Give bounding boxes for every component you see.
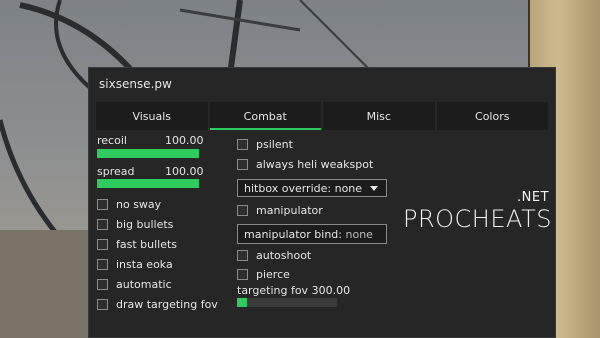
checkbox-label: automatic	[116, 278, 172, 291]
checkbox-autoshoot[interactable]: autoshoot	[237, 249, 311, 262]
checkbox-label: no sway	[116, 198, 162, 211]
checkbox-box	[237, 159, 248, 170]
targeting-fov-slider[interactable]	[237, 298, 337, 307]
checkbox-pierce[interactable]: pierce	[237, 268, 290, 281]
checkbox-always-heli-weakspot[interactable]: always heli weakspot	[237, 158, 373, 171]
tab-visuals-label: Visuals	[132, 109, 172, 123]
targeting-fov-label-text: targeting fov	[237, 284, 309, 297]
tab-misc-label: Misc	[366, 109, 391, 123]
watermark-net: .NET	[517, 190, 550, 205]
manipulator-bind-field[interactable]: manipulator bind: none	[237, 224, 387, 244]
tab-bar: Visuals Combat Misc Colors	[96, 102, 548, 130]
spread-slider-fill	[97, 179, 199, 188]
checkbox-box	[237, 139, 248, 150]
checkbox-manipulator[interactable]: manipulator	[237, 204, 323, 217]
recoil-value: 100.00	[165, 134, 204, 147]
checkbox-label: draw targeting fov	[116, 298, 218, 311]
checkbox-label: fast bullets	[116, 238, 178, 251]
checkbox-label: always heli weakspot	[256, 158, 374, 171]
manipulator-bind-value: none	[345, 227, 373, 241]
targeting-fov-label: targeting fov 300.00	[237, 284, 350, 297]
checkbox-label: autoshoot	[256, 249, 312, 262]
recoil-label: recoil	[97, 134, 127, 147]
checkbox-fast-bullets[interactable]: fast bullets	[97, 238, 177, 251]
tab-colors[interactable]: Colors	[436, 102, 548, 130]
manipulator-bind-label: manipulator bind:	[244, 227, 342, 241]
spread-value: 100.00	[165, 165, 204, 178]
hitbox-override-label: hitbox override:	[244, 181, 332, 195]
checkbox-psilent[interactable]: psilent	[237, 138, 293, 151]
checkbox-box	[237, 205, 248, 216]
checkbox-label: pierce	[256, 268, 290, 281]
checkbox-label: insta eoka	[116, 258, 173, 271]
checkbox-label: big bullets	[116, 218, 174, 231]
tab-combat-label: Combat	[243, 109, 287, 123]
checkbox-box	[97, 299, 108, 310]
checkbox-box	[237, 269, 248, 280]
checkbox-label: psilent	[256, 138, 293, 151]
targeting-fov-value: 300.00	[311, 284, 351, 297]
window-title: sixsense.pw	[99, 77, 172, 91]
checkbox-box	[237, 250, 248, 261]
checkbox-box	[97, 279, 108, 290]
hitbox-override-value: none	[334, 181, 363, 195]
hitbox-override-dropdown[interactable]: hitbox override: none	[237, 179, 387, 197]
spread-label: spread	[97, 165, 135, 178]
checkbox-insta-eoka[interactable]: insta eoka	[97, 258, 173, 271]
tab-visuals[interactable]: Visuals	[96, 102, 208, 130]
cheat-menu-window: sixsense.pw Visuals Combat Misc Colors r…	[88, 67, 556, 338]
targeting-fov-slider-fill	[237, 298, 247, 307]
recoil-slider-fill	[97, 149, 199, 158]
checkbox-draw-targeting-fov[interactable]: draw targeting fov	[97, 298, 218, 311]
checkbox-automatic[interactable]: automatic	[97, 278, 172, 291]
checkbox-box	[97, 239, 108, 250]
watermark-brand: PROCHEATS	[403, 205, 552, 233]
tab-combat[interactable]: Combat	[209, 102, 321, 130]
checkbox-box	[97, 259, 108, 270]
checkbox-label: manipulator	[256, 204, 323, 217]
checkbox-big-bullets[interactable]: big bullets	[97, 218, 173, 231]
checkbox-no-sway[interactable]: no sway	[97, 198, 161, 211]
spread-slider[interactable]	[97, 179, 199, 188]
tab-misc[interactable]: Misc	[323, 102, 435, 130]
checkbox-box	[97, 219, 108, 230]
checkbox-box	[97, 199, 108, 210]
tab-colors-label: Colors	[475, 109, 510, 123]
chevron-down-icon	[370, 186, 378, 191]
recoil-slider[interactable]	[97, 149, 199, 158]
